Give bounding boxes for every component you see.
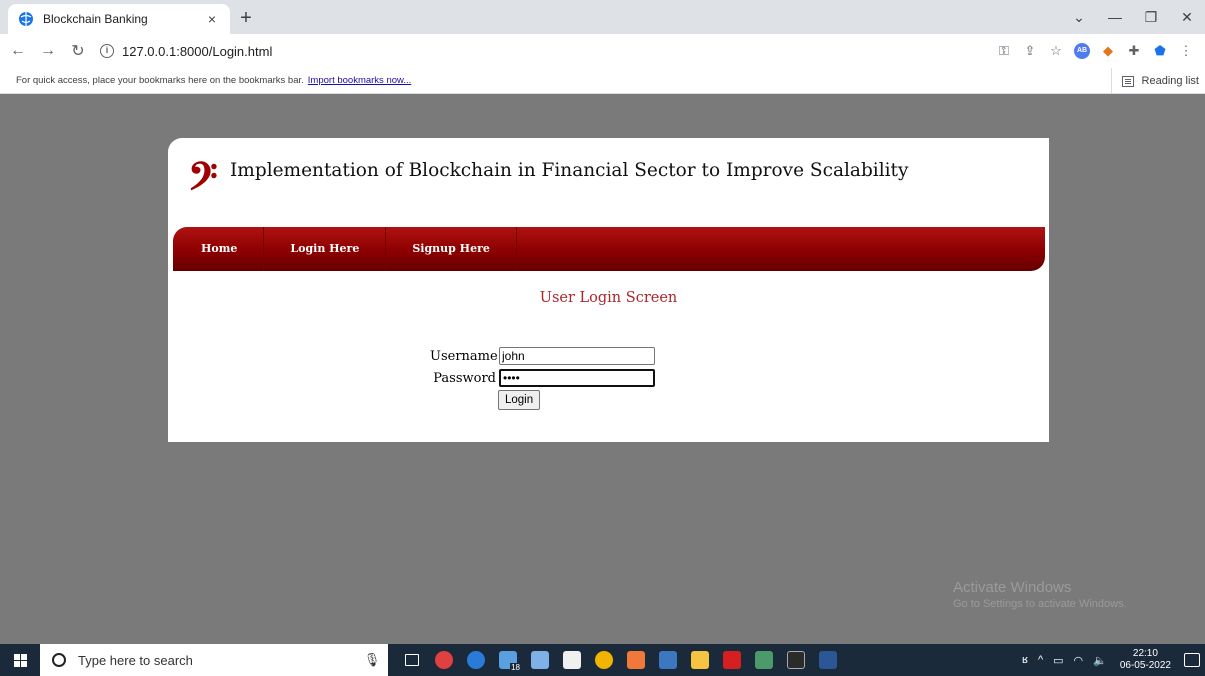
password-label: Password [433,370,496,386]
mail-badge: 18 [510,663,521,672]
cortana-icon [52,653,66,667]
python-icon[interactable] [652,644,684,676]
nav-item-login[interactable]: Login Here [264,227,387,271]
import-bookmarks-link[interactable]: Import bookmarks now... [308,75,411,86]
browser-tab[interactable]: Blockchain Banking × [8,4,230,34]
close-window-icon[interactable]: ✕ [1169,9,1205,26]
new-tab-button[interactable]: + [234,6,258,30]
menu-dots-icon[interactable]: ⋮ [1173,43,1199,59]
shield-icon[interactable]: ⬟ [1147,43,1173,59]
clock[interactable]: 22:10 06-05-2022 [1120,648,1171,672]
window-controls: ⌄ — ❐ ✕ [1061,0,1205,34]
share-icon[interactable]: ⇪ [1017,43,1043,59]
page-title: User Login Screen [539,290,678,306]
watermark-title: Activate Windows [953,579,1072,596]
browser-toolbar: ← → ↻ i 127.0.0.1:8000/Login.html ⚿ ⇪ ☆ … [0,34,1205,68]
people-icon[interactable]: ʁ [1022,654,1028,666]
toolbar-actions: ⚿ ⇪ ☆ AB ◆ ✚ ⬟ ⋮ [991,34,1199,68]
page-viewport: 𝄢 Implementation of Blockchain in Financ… [0,95,1205,644]
chevron-up-icon[interactable]: ^ [1038,654,1043,666]
key-icon[interactable]: ⚿ [991,43,1017,59]
reading-list-button[interactable]: Reading list [1110,68,1199,94]
watermark-subtitle: Go to Settings to activate Windows. [953,598,1127,610]
main-nav: Home Login Here Signup Here [173,227,1045,271]
nav-item-home[interactable]: Home [175,227,265,271]
content-panel: 𝄢 Implementation of Blockchain in Financ… [168,138,1049,442]
microphone-icon[interactable]: 🎙 [362,652,382,668]
username-row: Username [430,347,655,365]
mail-icon[interactable]: 18 [492,644,524,676]
store-icon[interactable] [556,644,588,676]
username-label: Username [430,348,498,364]
bookmarks-hint: For quick access, place your bookmarks h… [16,75,304,86]
adblock-extension-icon[interactable]: AB [1074,43,1090,59]
login-button[interactable]: Login [498,390,541,410]
puzzle-icon[interactable]: ✚ [1121,43,1147,59]
battery-icon[interactable]: ▭ [1053,654,1063,667]
metamask-extension-icon[interactable]: ◆ [1095,43,1121,59]
chrome-icon[interactable] [588,644,620,676]
notification-icon[interactable] [1184,653,1200,667]
address-bar[interactable]: i 127.0.0.1:8000/Login.html [100,37,272,65]
pinned-apps: 18 [396,644,844,676]
password-row: Password [430,369,655,387]
volume-icon[interactable]: 🔈 [1093,654,1107,667]
clock-date: 06-05-2022 [1119,660,1171,671]
clock-time: 22:10 [1132,648,1158,659]
info-icon[interactable]: i [100,44,114,58]
word-icon[interactable] [812,644,844,676]
forward-arrow-icon[interactable]: → [36,42,60,60]
url-text[interactable]: 127.0.0.1:8000/Login.html [122,44,272,59]
username-input[interactable] [499,347,655,365]
globe-icon [19,12,33,26]
app-icon-2[interactable] [620,644,652,676]
restore-icon[interactable]: ❐ [1133,9,1169,26]
reading-list-label: Reading list [1141,75,1199,87]
file-explorer-icon[interactable] [684,644,716,676]
task-view-icon[interactable] [396,644,428,676]
system-tray: ʁ ^ ▭ ◠ 🔈 22:10 06-05-2022 [1017,644,1205,676]
edge-icon[interactable] [460,644,492,676]
tab-search-icon[interactable]: ⌄ [1061,9,1097,26]
app-icon-3[interactable] [748,644,780,676]
acrobat-icon[interactable] [716,644,748,676]
terminal-icon[interactable] [780,644,812,676]
start-button[interactable] [0,644,40,676]
windows-logo-icon [13,653,27,667]
minimize-icon[interactable]: — [1097,9,1133,25]
search-placeholder: Type here to search [78,652,193,668]
bookmarks-bar: For quick access, place your bookmarks h… [0,68,1205,94]
bass-clef-logo: 𝄢 [188,154,218,208]
tab-title: Blockchain Banking [43,12,148,26]
close-icon[interactable]: × [204,11,220,27]
reading-list-icon [1121,75,1134,87]
password-input[interactable] [499,369,655,387]
taskbar-search[interactable]: Type here to search 🎙 [40,644,388,676]
wifi-icon[interactable]: ◠ [1074,654,1084,667]
star-icon[interactable]: ☆ [1043,43,1069,59]
browser-tab-strip: Blockchain Banking × + ⌄ — ❐ ✕ [0,0,1205,34]
site-title: Implementation of Blockchain in Financia… [230,160,909,181]
windows-taskbar: Type here to search 🎙 18 ʁ ^ ▭ ◠ 🔈 22:10… [0,644,1205,676]
activate-windows-watermark: Activate Windows Go to Settings to activ… [953,579,1127,610]
reload-icon[interactable]: ↻ [66,41,90,61]
back-arrow-icon[interactable]: ← [6,42,30,60]
app-icon-1[interactable] [428,644,460,676]
notepad-icon[interactable] [524,644,556,676]
nav-item-signup[interactable]: Signup Here [386,227,517,271]
